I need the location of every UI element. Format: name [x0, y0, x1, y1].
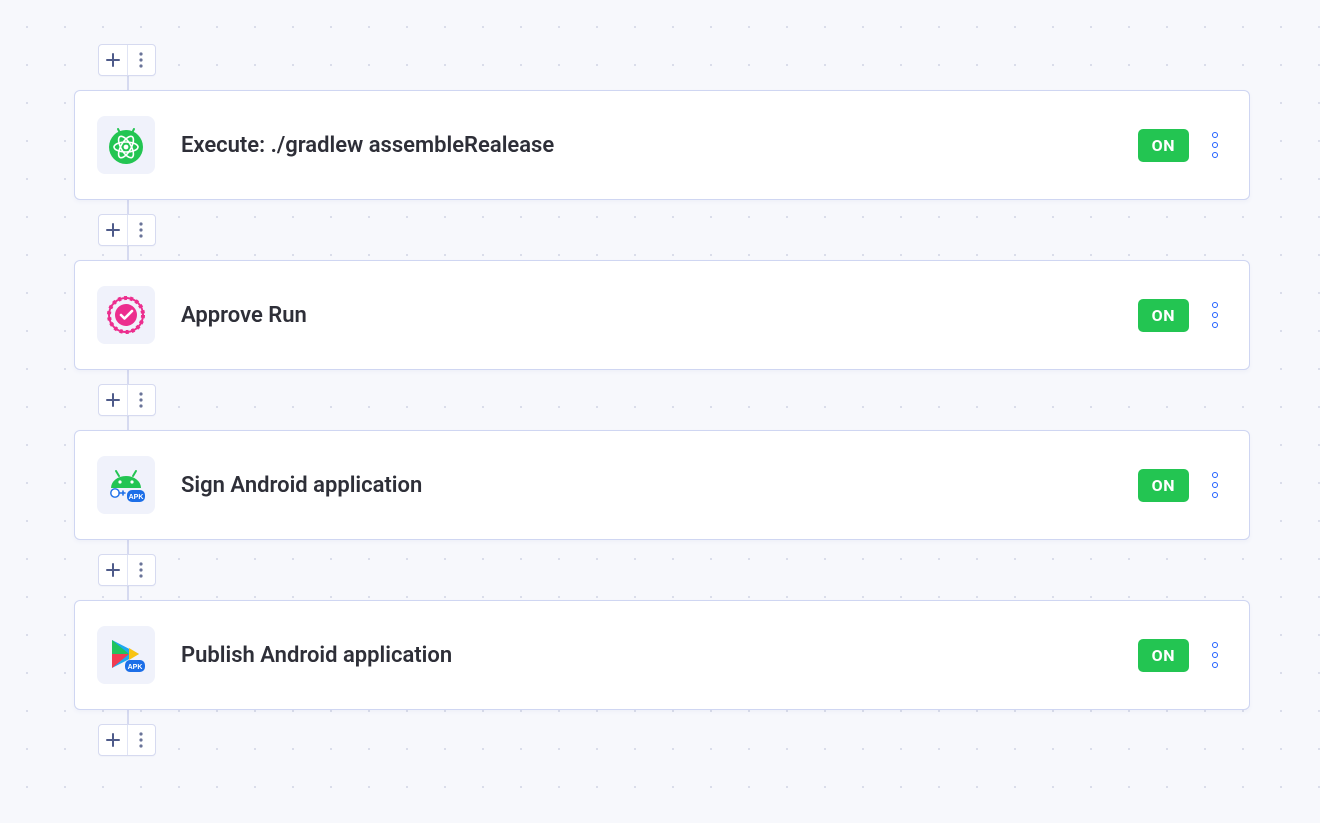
step-more-button[interactable] — [1207, 130, 1223, 160]
more-options-button[interactable] — [128, 215, 156, 245]
step-title: Publish Android application — [181, 643, 1138, 668]
step-more-button[interactable] — [1207, 300, 1223, 330]
dot-icon — [1212, 652, 1218, 658]
step-toggle[interactable]: ON — [1138, 469, 1189, 502]
dot-icon — [1212, 322, 1218, 328]
workflow-step[interactable]: Execute: ./gradlew assembleRealease ON — [74, 90, 1250, 200]
workflow-step[interactable]: APK Sign Android application ON — [74, 430, 1250, 540]
dot-icon — [1212, 142, 1218, 148]
dot-icon — [1212, 312, 1218, 318]
step-toggle[interactable]: ON — [1138, 129, 1189, 162]
publish-android-icon: APK — [105, 634, 147, 676]
more-vertical-icon — [139, 392, 143, 408]
svg-text:APK: APK — [129, 494, 144, 501]
workflow-step[interactable]: APK Publish Android application ON — [74, 600, 1250, 710]
add-step-group — [98, 724, 156, 756]
add-step-button[interactable] — [99, 45, 127, 75]
add-step-button[interactable] — [99, 215, 127, 245]
plus-icon — [106, 733, 120, 747]
more-vertical-icon — [139, 222, 143, 238]
svg-text:APK: APK — [128, 664, 143, 671]
dot-icon — [1212, 132, 1218, 138]
plus-icon — [106, 53, 120, 67]
more-vertical-icon — [139, 52, 143, 68]
step-more-button[interactable] — [1207, 640, 1223, 670]
step-icon-wrap — [97, 116, 155, 174]
add-step-group — [98, 384, 156, 416]
workflow-step[interactable]: Approve Run ON — [74, 260, 1250, 370]
step-title: Approve Run — [181, 303, 1138, 328]
more-vertical-icon — [139, 562, 143, 578]
more-options-button[interactable] — [128, 385, 156, 415]
add-step-group — [98, 44, 156, 76]
dot-icon — [1212, 152, 1218, 158]
step-icon-wrap: APK — [97, 626, 155, 684]
dot-icon — [1212, 492, 1218, 498]
react-android-icon — [106, 125, 146, 165]
dot-icon — [1212, 472, 1218, 478]
dot-icon — [1212, 482, 1218, 488]
plus-icon — [106, 223, 120, 237]
sign-android-icon: APK — [105, 464, 147, 506]
dot-icon — [1212, 662, 1218, 668]
step-title: Sign Android application — [181, 473, 1138, 498]
step-title: Execute: ./gradlew assembleRealease — [181, 133, 1138, 158]
step-more-button[interactable] — [1207, 470, 1223, 500]
approve-icon — [106, 295, 146, 335]
add-step-button[interactable] — [99, 725, 127, 755]
more-options-button[interactable] — [128, 725, 156, 755]
step-toggle[interactable]: ON — [1138, 639, 1189, 672]
add-step-group — [98, 214, 156, 246]
add-step-button[interactable] — [99, 555, 127, 585]
plus-icon — [106, 393, 120, 407]
step-toggle[interactable]: ON — [1138, 299, 1189, 332]
connector-line — [127, 76, 129, 90]
more-options-button[interactable] — [128, 555, 156, 585]
dot-icon — [1212, 642, 1218, 648]
add-step-group — [98, 554, 156, 586]
more-options-button[interactable] — [128, 45, 156, 75]
step-icon-wrap: APK — [97, 456, 155, 514]
dot-icon — [1212, 302, 1218, 308]
plus-icon — [106, 563, 120, 577]
more-vertical-icon — [139, 732, 143, 748]
step-icon-wrap — [97, 286, 155, 344]
add-step-button[interactable] — [99, 385, 127, 415]
